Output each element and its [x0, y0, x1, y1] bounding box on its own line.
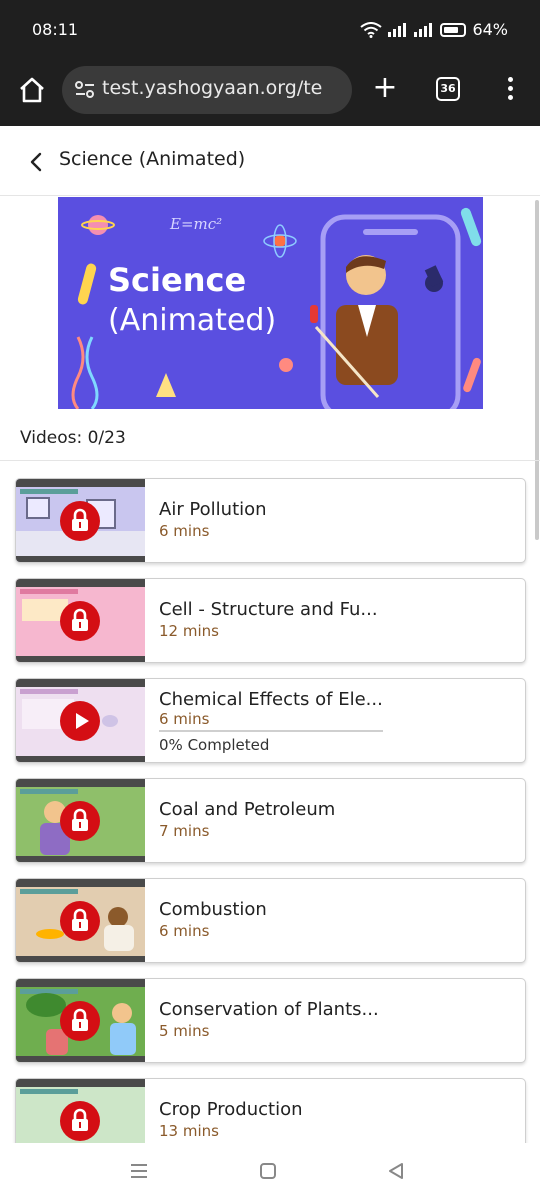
home-nav-icon[interactable]: [260, 1163, 276, 1179]
recent-apps-icon[interactable]: [130, 1163, 148, 1179]
page-header: Science (Animated): [0, 126, 540, 196]
banner-subtitle: (Animated): [108, 303, 277, 338]
video-title: Coal and Petroleum: [159, 799, 336, 820]
video-thumbnail: [16, 879, 145, 962]
video-thumbnail: [16, 779, 145, 862]
video-duration: 13 mins: [159, 1122, 219, 1140]
site-settings-icon[interactable]: [74, 80, 96, 100]
video-title: Crop Production: [159, 1099, 303, 1120]
status-icons: 64%: [360, 20, 508, 39]
back-nav-icon[interactable]: [386, 1161, 406, 1181]
battery-percent: 64%: [472, 20, 508, 39]
video-card[interactable]: Coal and Petroleum 7 mins: [15, 778, 526, 863]
lock-icon: [60, 1101, 100, 1141]
wifi-icon: [360, 21, 383, 38]
divider: [0, 460, 540, 461]
browser-toolbar: test.yashogyaan.org/te + 36: [0, 60, 540, 126]
page-title: Science (Animated): [59, 148, 246, 170]
lock-icon: [60, 601, 100, 641]
video-thumbnail: [16, 679, 145, 762]
video-title: Chemical Effects of Ele...: [159, 689, 383, 710]
video-title: Air Pollution: [159, 499, 267, 520]
lock-icon: [60, 801, 100, 841]
tab-switcher-button[interactable]: 36: [436, 77, 460, 101]
signal-icon: [388, 22, 407, 37]
system-nav-bar: [0, 1143, 540, 1200]
video-card[interactable]: Air Pollution 6 mins: [15, 478, 526, 563]
video-thumbnail: [16, 979, 145, 1062]
status-time: 08:11: [32, 20, 79, 39]
banner-title: Science: [108, 261, 247, 299]
video-duration: 12 mins: [159, 622, 219, 640]
scrollbar[interactable]: [535, 200, 539, 540]
new-tab-icon[interactable]: +: [370, 70, 400, 110]
video-duration: 6 mins: [159, 710, 210, 728]
url-text[interactable]: test.yashogyaan.org/te: [102, 77, 346, 99]
video-duration: 5 mins: [159, 1022, 210, 1040]
video-card[interactable]: Conservation of Plants... 5 mins: [15, 978, 526, 1063]
signal-icon-2: [414, 22, 433, 37]
more-menu-icon[interactable]: [500, 74, 520, 106]
videos-count: Videos: 0/23: [20, 428, 126, 448]
home-icon[interactable]: [16, 74, 48, 106]
video-card[interactable]: Chemical Effects of Ele... 6 mins 0% Com…: [15, 678, 526, 763]
lock-icon: [60, 501, 100, 541]
video-card[interactable]: Cell - Structure and Fu... 12 mins: [15, 578, 526, 663]
play-icon: [76, 713, 89, 729]
progress-bar: [159, 730, 383, 732]
course-banner: E=mc² Science (Animated): [58, 197, 483, 409]
lock-icon: [60, 1001, 100, 1041]
address-bar[interactable]: test.yashogyaan.org/te: [62, 66, 352, 114]
banner-formula: E=mc²: [170, 215, 223, 233]
video-list: Air Pollution 6 mins Cell - Structure an…: [15, 478, 526, 1178]
video-title: Cell - Structure and Fu...: [159, 599, 378, 620]
progress-text: 0% Completed: [159, 736, 270, 754]
status-bar: 08:11 64%: [0, 0, 540, 60]
video-thumbnail: [16, 479, 145, 562]
battery-icon: [440, 22, 467, 37]
lock-icon: [60, 901, 100, 941]
video-thumbnail: [16, 579, 145, 662]
back-arrow-icon[interactable]: [22, 148, 50, 176]
play-button[interactable]: [60, 701, 100, 741]
video-duration: 6 mins: [159, 522, 210, 540]
video-title: Conservation of Plants...: [159, 999, 379, 1020]
video-title: Combustion: [159, 899, 267, 920]
video-card[interactable]: Combustion 6 mins: [15, 878, 526, 963]
video-duration: 7 mins: [159, 822, 210, 840]
video-duration: 6 mins: [159, 922, 210, 940]
